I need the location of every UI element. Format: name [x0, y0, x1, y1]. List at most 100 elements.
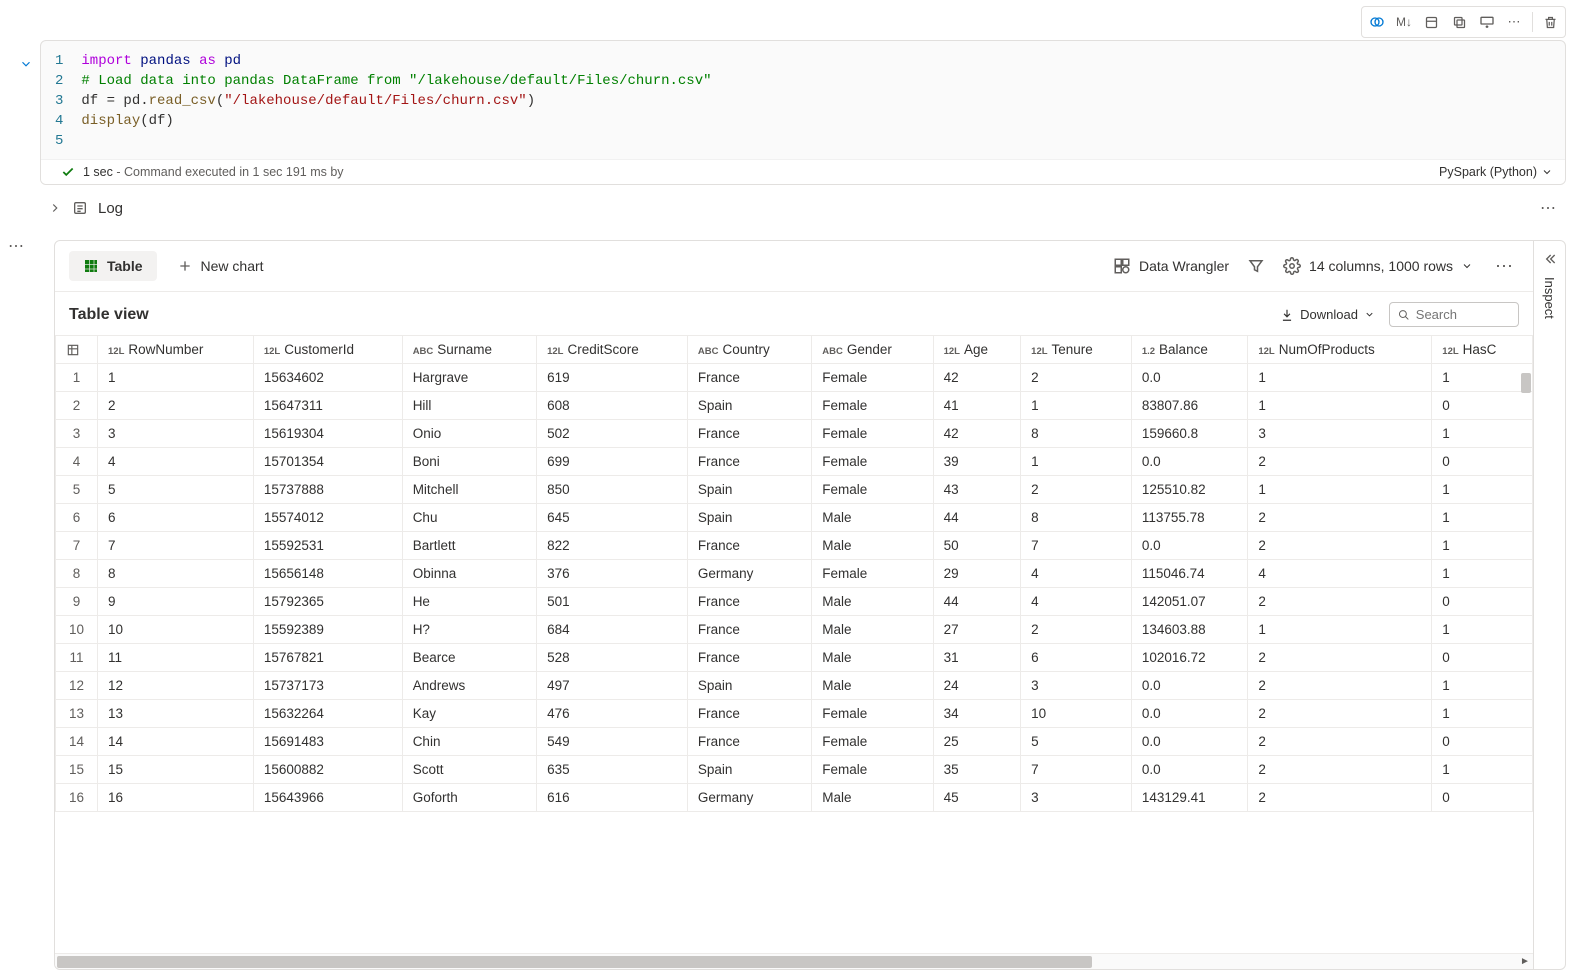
cell[interactable]: 15634602 [253, 364, 402, 392]
code-editor[interactable]: 1 2 3 4 5 import pandas as pd # Load dat… [41, 41, 1565, 159]
cell[interactable]: 10 [98, 616, 254, 644]
cell[interactable]: 2 [1248, 728, 1432, 756]
cell[interactable]: Female [812, 476, 933, 504]
expand-log-chevron-icon[interactable] [48, 201, 62, 215]
cell[interactable]: 3 [1021, 784, 1132, 812]
vertical-scrollbar-thumb[interactable] [1521, 373, 1531, 393]
cell[interactable]: Onio [402, 420, 536, 448]
cell[interactable]: 31 [933, 644, 1021, 672]
cell[interactable]: Boni [402, 448, 536, 476]
table-row[interactable]: 1115634602Hargrave619FranceFemale4220.01… [56, 364, 1533, 392]
cell[interactable]: 1 [1021, 448, 1132, 476]
cell[interactable]: 476 [537, 700, 688, 728]
cell[interactable]: 2 [1248, 756, 1432, 784]
cell[interactable]: 1 [1432, 504, 1533, 532]
table-row[interactable]: 151515600882Scott635SpainFemale3570.021 [56, 756, 1533, 784]
cell[interactable]: Andrews [402, 672, 536, 700]
cell[interactable]: 15600882 [253, 756, 402, 784]
cell[interactable]: 502 [537, 420, 688, 448]
cell[interactable]: 43 [933, 476, 1021, 504]
cell[interactable]: 10 [1021, 700, 1132, 728]
cell[interactable]: 497 [537, 672, 688, 700]
more-cell-actions-button[interactable]: ⋯ [1502, 9, 1528, 35]
cell[interactable]: Male [812, 504, 933, 532]
cell[interactable]: 42 [933, 364, 1021, 392]
cell[interactable]: 1 [1248, 476, 1432, 504]
table-row[interactable]: 4415701354Boni699FranceFemale3910.020 [56, 448, 1533, 476]
cell[interactable]: 635 [537, 756, 688, 784]
cell[interactable]: Female [812, 756, 933, 784]
cell[interactable]: 1 [1432, 672, 1533, 700]
cell[interactable]: 102016.72 [1131, 644, 1248, 672]
cell[interactable]: France [687, 644, 811, 672]
cell[interactable]: 13 [98, 700, 254, 728]
cell[interactable]: 14 [98, 728, 254, 756]
convert-markdown-button[interactable]: M↓ [1392, 9, 1416, 35]
cell[interactable]: 2 [1248, 784, 1432, 812]
cell[interactable]: 159660.8 [1131, 420, 1248, 448]
cell[interactable]: 16 [98, 784, 254, 812]
table-row[interactable]: 5515737888Mitchell850SpainFemale43212551… [56, 476, 1533, 504]
cell[interactable]: Bartlett [402, 532, 536, 560]
filter-icon[interactable] [1247, 257, 1265, 275]
cell[interactable]: France [687, 364, 811, 392]
table-row[interactable]: 9915792365He501FranceMale444142051.0720 [56, 588, 1533, 616]
cell[interactable]: 850 [537, 476, 688, 504]
cell[interactable]: Bearce [402, 644, 536, 672]
cell[interactable]: 0 [1432, 448, 1533, 476]
cell[interactable]: 24 [933, 672, 1021, 700]
cell[interactable]: Male [812, 672, 933, 700]
select-all-corner[interactable] [56, 336, 98, 364]
cell[interactable]: 6 [1021, 644, 1132, 672]
cell[interactable]: 2 [1248, 504, 1432, 532]
cell[interactable]: Spain [687, 504, 811, 532]
cell[interactable]: Spain [687, 756, 811, 784]
cell[interactable]: 125510.82 [1131, 476, 1248, 504]
scroll-right-arrow-icon[interactable]: ► [1517, 954, 1533, 969]
cell[interactable]: 35 [933, 756, 1021, 784]
cell[interactable]: France [687, 532, 811, 560]
cell[interactable]: 1 [1248, 364, 1432, 392]
cell[interactable]: 15632264 [253, 700, 402, 728]
cell[interactable]: 142051.07 [1131, 588, 1248, 616]
cell[interactable]: Spain [687, 392, 811, 420]
cell[interactable]: Goforth [402, 784, 536, 812]
cell[interactable]: 0.0 [1131, 448, 1248, 476]
inspect-tab[interactable]: Inspect [1542, 277, 1557, 319]
cell[interactable]: 501 [537, 588, 688, 616]
download-button[interactable]: Download [1280, 307, 1375, 322]
cell[interactable]: 113755.78 [1131, 504, 1248, 532]
cell[interactable]: 549 [537, 728, 688, 756]
cell[interactable]: 1 [1432, 532, 1533, 560]
cell[interactable]: 4 [1021, 588, 1132, 616]
cell[interactable]: 4 [1021, 560, 1132, 588]
cell[interactable]: 2 [1248, 588, 1432, 616]
column-header[interactable]: 1.2Balance [1131, 336, 1248, 364]
cell[interactable]: 15592389 [253, 616, 402, 644]
cell[interactable]: 1 [1432, 560, 1533, 588]
cell[interactable]: 0.0 [1131, 756, 1248, 784]
cell[interactable]: 7 [1021, 756, 1132, 784]
cell[interactable]: Female [812, 560, 933, 588]
cell[interactable]: Female [812, 364, 933, 392]
table-row[interactable]: 101015592389H?684FranceMale272134603.881… [56, 616, 1533, 644]
cell[interactable]: 25 [933, 728, 1021, 756]
cell[interactable]: 45 [933, 784, 1021, 812]
column-header[interactable]: ABCSurname [402, 336, 536, 364]
cell[interactable]: 1 [1432, 476, 1533, 504]
table-row[interactable]: 8815656148Obinna376GermanyFemale29411504… [56, 560, 1533, 588]
cell[interactable]: 2 [1248, 448, 1432, 476]
cell[interactable]: France [687, 616, 811, 644]
cell[interactable]: 15574012 [253, 504, 402, 532]
cell[interactable]: 15792365 [253, 588, 402, 616]
cell[interactable]: Spain [687, 476, 811, 504]
kernel-selector[interactable]: PySpark (Python) [1439, 165, 1553, 179]
cell[interactable]: 0.0 [1131, 364, 1248, 392]
cell[interactable]: 1 [1021, 392, 1132, 420]
cell[interactable]: 44 [933, 588, 1021, 616]
cell[interactable]: 822 [537, 532, 688, 560]
cell[interactable]: 4 [98, 448, 254, 476]
cell[interactable]: 3 [98, 420, 254, 448]
cell[interactable]: 0.0 [1131, 672, 1248, 700]
cell[interactable]: 42 [933, 420, 1021, 448]
